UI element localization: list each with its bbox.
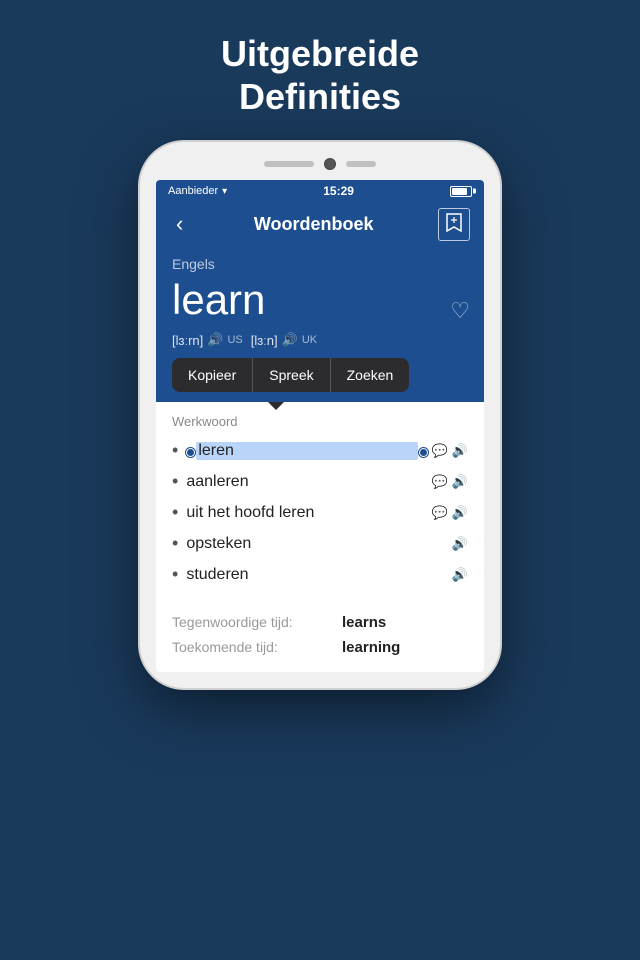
status-bar: Aanbieder ▾ 15:29: [156, 180, 484, 202]
word-language: Engels: [172, 256, 468, 272]
bullet: •: [172, 564, 178, 585]
selection-handle-left: [186, 448, 195, 457]
conj-future-value: learning: [342, 639, 400, 656]
definitions-area: Werkwoord • leren 💬 🔊: [156, 402, 484, 602]
context-menu-copy[interactable]: Kopieer: [172, 358, 253, 392]
conj-present-label: Tegenwoordige tijd:: [172, 614, 342, 630]
definition-text: uit het hoofd leren: [186, 504, 427, 522]
context-menu-search[interactable]: Zoeken: [331, 358, 410, 392]
list-item: • leren 💬 🔊: [172, 435, 468, 466]
wifi-icon: ▾: [222, 186, 227, 197]
carrier-info: Aanbieder ▾: [168, 185, 227, 197]
phonetic-uk: [lɜːn] 🔊 UK: [251, 332, 317, 348]
phone-top-sensors: [156, 158, 484, 170]
comment-icon[interactable]: 💬: [432, 474, 448, 490]
def-icons: 🔊: [452, 567, 468, 583]
nav-title: Woordenboek: [254, 214, 374, 235]
navigation-bar: ‹ Woordenboek: [156, 202, 484, 246]
sound-icon[interactable]: 🔊: [452, 567, 468, 583]
definition-text: opsteken: [186, 535, 448, 553]
definition-list: • leren 💬 🔊 • aanleren: [172, 435, 468, 590]
def-icons: 💬 🔊: [432, 474, 468, 490]
def-word: leren: [186, 442, 427, 460]
page-title: Uitgebreide Definities: [221, 32, 419, 118]
def-icons: 🔊: [452, 536, 468, 552]
favorite-button[interactable]: ♡: [450, 298, 470, 324]
sound-icon[interactable]: 🔊: [452, 474, 468, 490]
definition-text: aanleren: [186, 473, 427, 491]
conj-present-value: learns: [342, 614, 386, 631]
sound-icon[interactable]: 🔊: [452, 443, 468, 459]
list-item: • studeren 🔊: [172, 559, 468, 590]
status-time: 15:29: [323, 184, 354, 198]
phone-shell: Aanbieder ▾ 15:29 ‹ Woordenboek: [140, 142, 500, 688]
word-text: learn: [172, 276, 468, 324]
word-phonetics: [lɜːrn] 🔊 US [lɜːn] 🔊 UK: [172, 332, 468, 348]
battery-icon: [450, 186, 472, 197]
conj-row-present: Tegenwoordige tijd: learns: [172, 610, 468, 635]
conj-future-label: Toekomende tijd:: [172, 639, 342, 655]
front-camera: [324, 158, 336, 170]
list-item: • aanleren 💬 🔊: [172, 466, 468, 497]
word-header: Engels learn [lɜːrn] 🔊 US [lɜːn] 🔊 UK: [156, 246, 484, 364]
def-icons: 💬 🔊: [432, 443, 468, 459]
battery-indicator: [450, 186, 472, 197]
phone-screen: Aanbieder ▾ 15:29 ‹ Woordenboek: [156, 180, 484, 672]
context-menu-speak[interactable]: Spreek: [253, 358, 330, 392]
list-item: • opsteken 🔊: [172, 528, 468, 559]
selection-handle-right: [419, 448, 428, 457]
definition-text: leren: [196, 442, 417, 460]
comment-icon[interactable]: 💬: [432, 443, 448, 459]
context-menu-wrapper: Kopieer Spreek Zoeken: [156, 358, 484, 402]
bullet: •: [172, 471, 178, 492]
conj-row-future: Toekomende tijd: learning: [172, 635, 468, 660]
battery-fill: [452, 188, 467, 195]
carrier-name: Aanbieder: [168, 185, 218, 197]
phonetic-us: [lɜːrn] 🔊 US: [172, 332, 243, 348]
part-of-speech: Werkwoord: [172, 414, 468, 429]
speaker-us-icon[interactable]: 🔊: [207, 332, 223, 348]
microphone: [346, 161, 376, 167]
earpiece-speaker: [264, 161, 314, 167]
bookmark-button[interactable]: [438, 208, 470, 241]
context-menu: Kopieer Spreek Zoeken: [172, 358, 409, 392]
conjugation-area: Tegenwoordige tijd: learns Toekomende ti…: [156, 602, 484, 672]
definition-text: studeren: [186, 566, 448, 584]
def-icons: 💬 🔊: [432, 505, 468, 521]
sound-icon[interactable]: 🔊: [452, 505, 468, 521]
back-button[interactable]: ‹: [170, 211, 189, 237]
list-item: • uit het hoofd leren 💬 🔊: [172, 497, 468, 528]
bullet: •: [172, 440, 178, 461]
comment-icon[interactable]: 💬: [432, 505, 448, 521]
sound-icon[interactable]: 🔊: [452, 536, 468, 552]
page-header: Uitgebreide Definities: [161, 0, 479, 142]
bullet: •: [172, 533, 178, 554]
speaker-uk-icon[interactable]: 🔊: [282, 332, 298, 348]
bullet: •: [172, 502, 178, 523]
